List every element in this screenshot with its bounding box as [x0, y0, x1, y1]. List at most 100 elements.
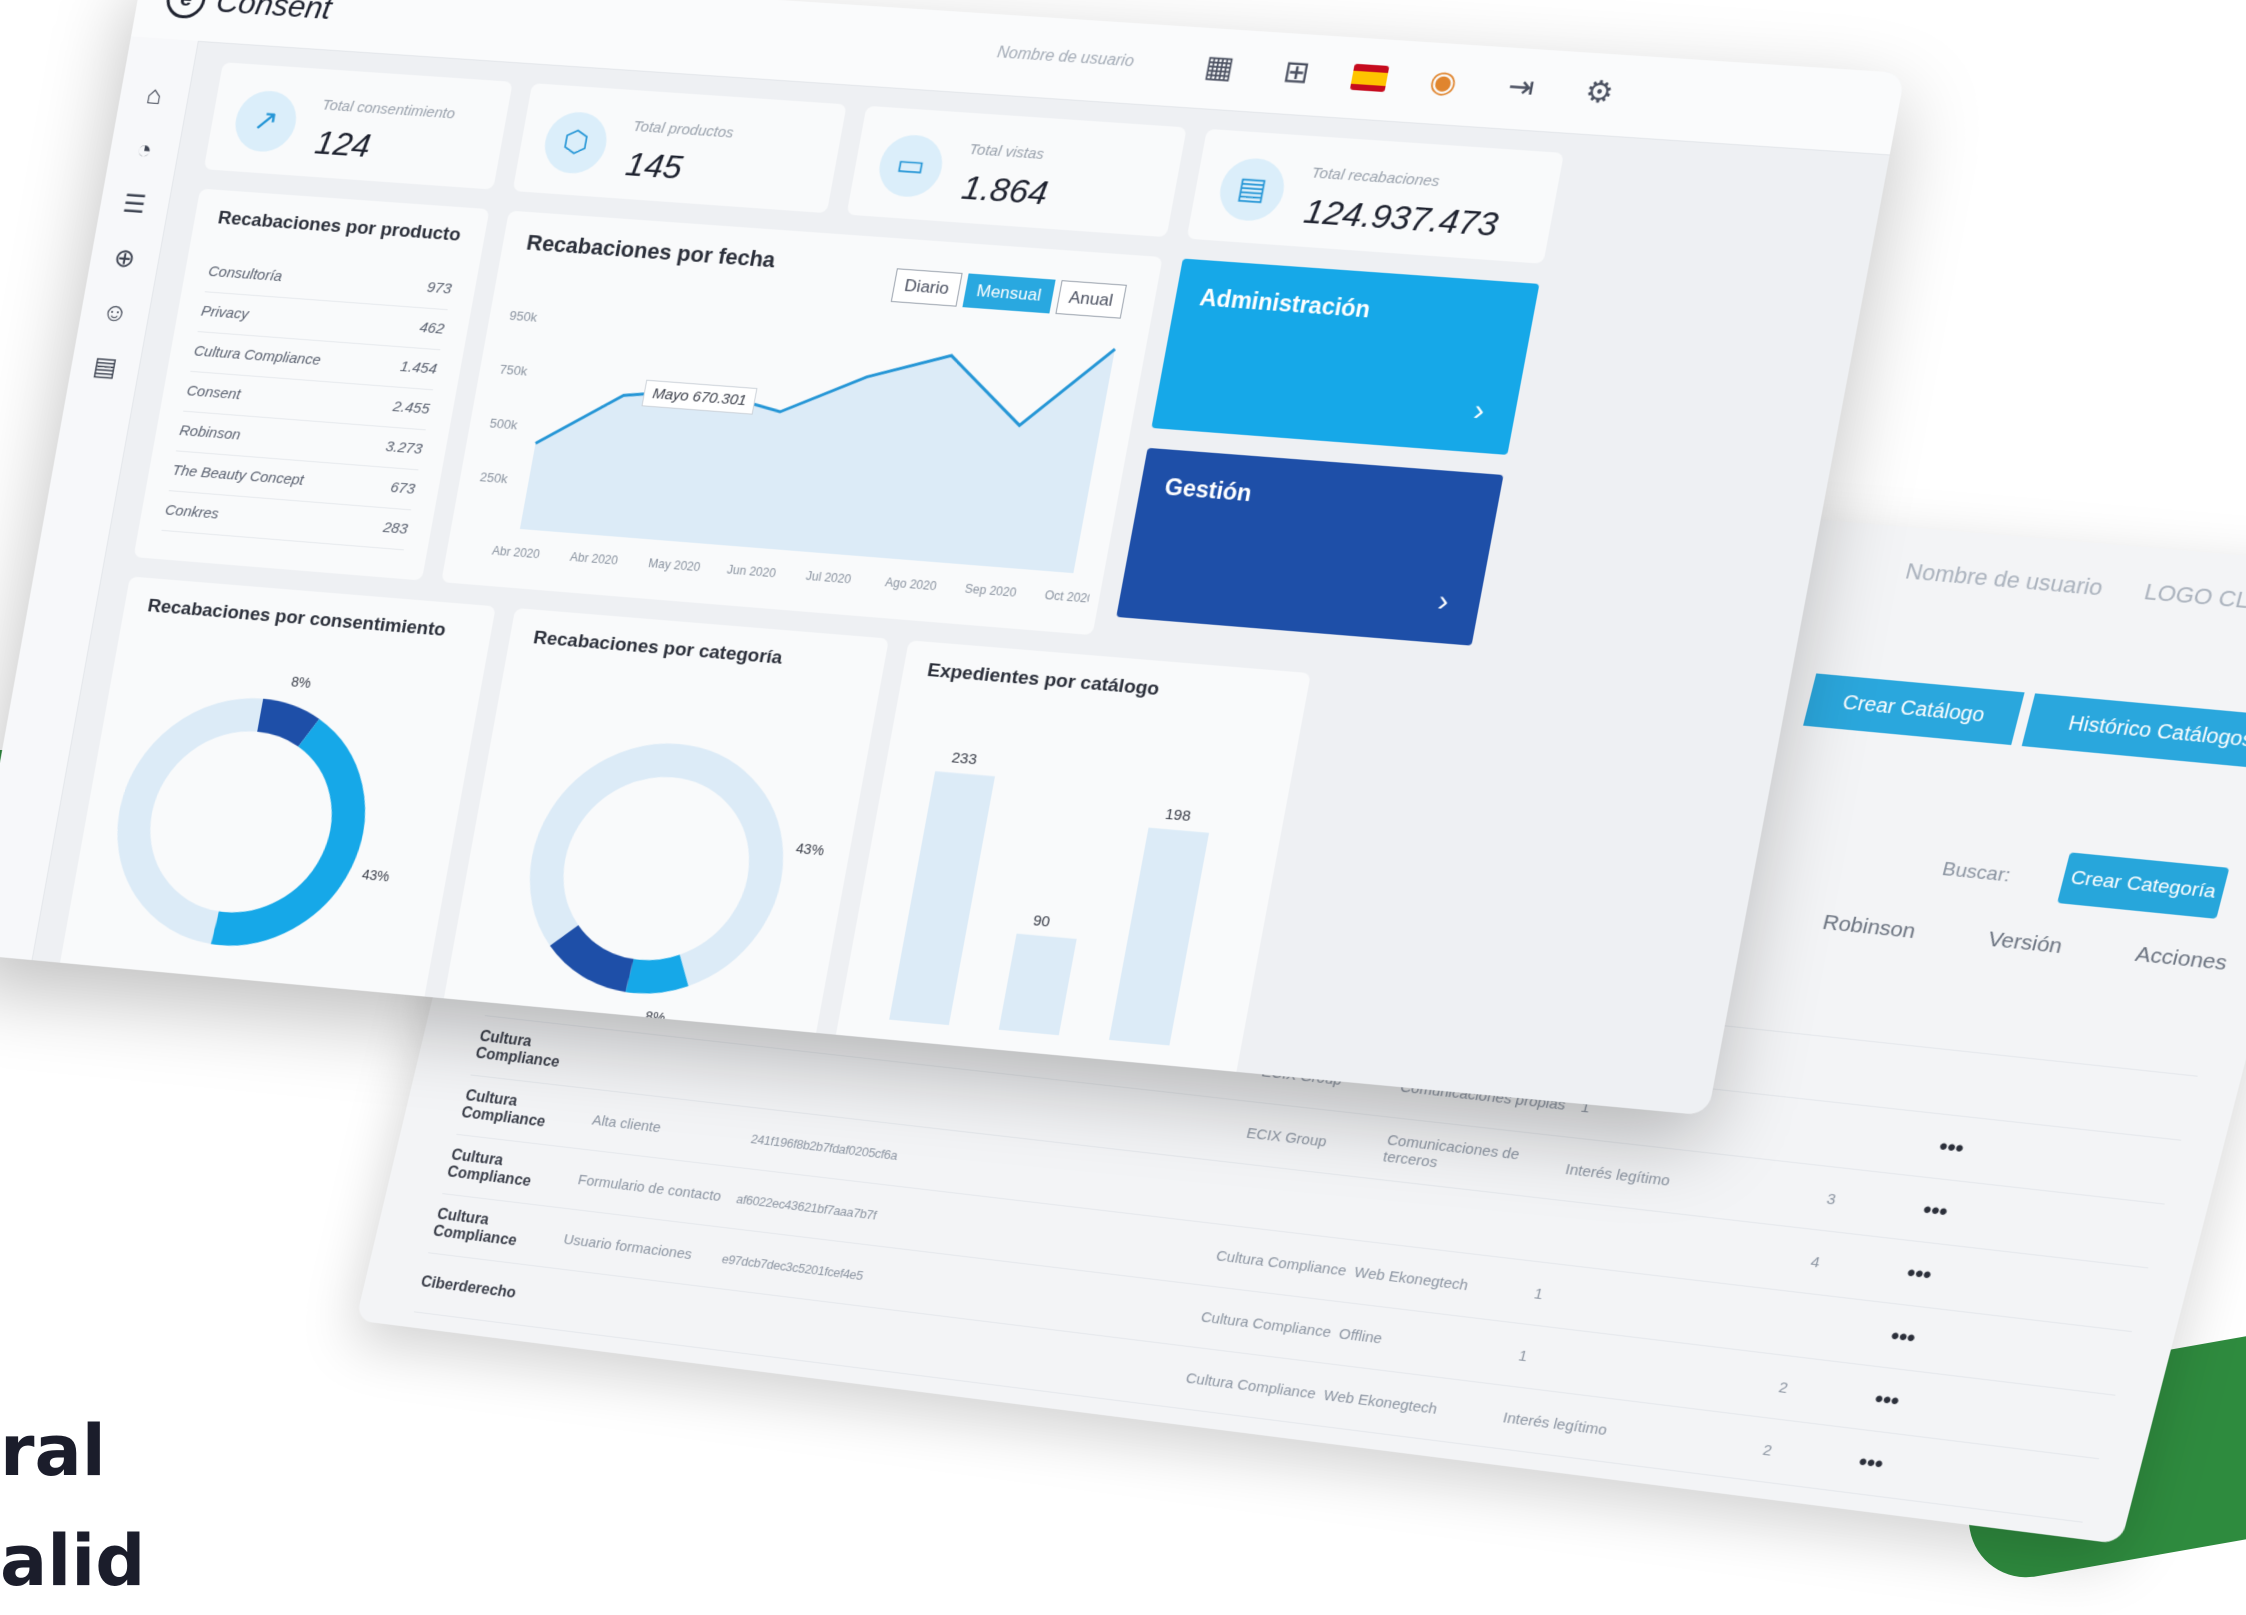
table-cell [1817, 1003, 1942, 1016]
table-cell: Alta cliente [590, 1111, 663, 1136]
x-tick-label: Ago 2020 [884, 575, 938, 593]
donut-slice [258, 715, 311, 733]
products-list: Consultoría 973 Privacy 462 Cultura Complian… [161, 252, 455, 551]
slice-label: 8% [290, 673, 312, 690]
tooltip-value: 670.301 [691, 388, 748, 410]
settings-icon[interactable]: ⚙ [1574, 70, 1625, 115]
donut-slice [629, 965, 684, 980]
tab-create-catalog[interactable]: Crear Catálogo [1803, 673, 2025, 746]
box-icon: ⬡ [539, 110, 612, 176]
back-client-logo: LOGO CLIENTE [2141, 578, 2246, 620]
row-actions-menu[interactable] [1926, 1080, 2010, 1089]
row-actions-menu[interactable]: ••• [1826, 1445, 1916, 1481]
table-cell: Cultura Compliance [473, 1028, 562, 1071]
table-header: Robinson Versión Acciones [1820, 911, 2230, 976]
globe-icon[interactable]: ⊕ [87, 228, 164, 287]
donut-slice [116, 706, 260, 928]
kpi-label: Total productos [631, 117, 735, 142]
table-cell: 3 [1824, 1190, 1838, 1209]
table-cell: Web Ekonegtech [1352, 1263, 1471, 1294]
kpi-label: Total recabaciones [1310, 164, 1442, 191]
grid-icon[interactable]: ⊞ [1271, 51, 1321, 96]
color-wheel-icon[interactable]: ◉ [1418, 60, 1469, 105]
logout-icon[interactable]: ⇥ [1496, 65, 1547, 110]
y-tick-label: 950k [508, 308, 539, 325]
dashboard-screen: e Consent Nombre de usuario ▦ ⊞ ◉ ⇥ ⚙ ⌂ … [0, 0, 1906, 1116]
consent-card: Recabaciones por consentimiento 8% 43% [56, 576, 496, 1017]
flag-spain-icon[interactable] [1349, 63, 1390, 93]
product-value: 462 [418, 319, 446, 338]
product-name: Consultoría [206, 263, 284, 286]
slice-label: 43% [361, 867, 391, 885]
row-actions-menu[interactable] [1942, 1016, 2026, 1025]
y-tick-label: 500k [489, 415, 520, 432]
x-tick-label: Jul 2020 [805, 569, 853, 587]
username[interactable]: Nombre de usuario [996, 44, 1136, 71]
category-card: Recabaciones por categoría 43% 8% [440, 607, 889, 1053]
products-card: Recabaciones por producto Consultoría 973… [133, 188, 490, 581]
toggle-yearly[interactable]: Anual [1054, 280, 1127, 319]
donut-slice [638, 761, 784, 976]
tab-catalog-history[interactable]: Histórico Catálogos [2021, 693, 2246, 771]
product-name: Consent [185, 382, 242, 404]
bar-value-label: 90 [1032, 913, 1052, 930]
kpi-value: 145 [622, 145, 686, 187]
table-cell: Cultura Compliance [1199, 1308, 1334, 1341]
toggle-daily[interactable]: Diario [890, 268, 963, 307]
x-tick-label: Jun 2020 [726, 562, 778, 580]
x-tick-label: Oct 2020 [1044, 588, 1096, 606]
consent-logo-icon: e [163, 0, 209, 20]
back-username: Nombre de usuario [1902, 558, 2106, 601]
row-actions-menu[interactable]: ••• [1874, 1256, 1964, 1292]
document-icon[interactable]: ▤ [67, 337, 143, 396]
table-cell: Cultura Compliance [431, 1206, 519, 1250]
kpi-label: Total consentimiento [320, 96, 457, 123]
y-tick-label: 250k [479, 469, 510, 486]
row-actions-menu[interactable]: ••• [1842, 1382, 1932, 1418]
management-tile[interactable]: Gestión › [1116, 447, 1504, 646]
pie-chart-icon[interactable]: ◔ [106, 120, 183, 179]
catalog-bar-chart: 233 90 198 [889, 751, 1210, 1046]
table-cell [607, 1060, 766, 1078]
topbar-actions: ▦ ⊞ ◉ ⇥ ⚙ [1194, 46, 1625, 116]
row-actions-menu[interactable]: ••• [1890, 1193, 1980, 1229]
table-cell [1370, 1210, 1550, 1231]
chevron-right-icon: › [1435, 584, 1452, 619]
table-cell: Web Ekonegtech [1321, 1386, 1440, 1418]
table-cell [1232, 1194, 1370, 1210]
administration-tile[interactable]: Administración › [1151, 258, 1540, 455]
chevron-right-icon: › [1471, 393, 1488, 428]
app-logo[interactable]: e Consent [163, 0, 335, 28]
product-value: 3.273 [384, 438, 424, 458]
create-category-button[interactable]: Crear Categoría [2057, 852, 2230, 919]
building-icon[interactable]: ▦ [1194, 46, 1244, 91]
catalog-bar [889, 771, 995, 1026]
users-icon[interactable]: ☺ [77, 282, 153, 341]
table-cell: Ciberderecho [419, 1273, 518, 1302]
kpi-total-consent: ↗ Total consentimiento 124 [203, 62, 513, 190]
row-actions-menu[interactable]: ••• [1906, 1130, 1996, 1165]
row-actions-menu[interactable]: ••• [1858, 1319, 1948, 1355]
bar-value-label: 198 [1164, 807, 1192, 825]
toggle-monthly[interactable]: Mensual [962, 273, 1056, 314]
table-cell: Comunicaciones de terceros [1381, 1131, 1522, 1172]
table-cell [1738, 1317, 1862, 1332]
back-topbar: Nombre de usuario LOGO CLIENTE [1903, 558, 2246, 620]
donut-slice [535, 751, 676, 942]
product-name: Privacy [199, 302, 250, 323]
table-cell: 4 [1809, 1253, 1822, 1271]
kpi-total-products: ⬡ Total productos 145 [512, 83, 847, 214]
list-icon[interactable]: ☰ [96, 174, 173, 233]
table-cell: Offline [1337, 1325, 1385, 1347]
home-icon[interactable]: ⌂ [116, 65, 193, 124]
document-icon: ▤ [1214, 156, 1290, 223]
card-title: Recabaciones por consentimiento [146, 595, 448, 641]
trend-icon: ↗ [230, 89, 302, 154]
kpi-total-collections: ▤ Total recabaciones 124.937.473 [1186, 128, 1565, 264]
catalog-card: Expedientes por catálogo 233 90 198 [832, 640, 1311, 1092]
x-tick-label: Abr 2020 [491, 544, 541, 562]
table-cell [1786, 1129, 1910, 1143]
col-version: Versión [1985, 927, 2065, 959]
table-cell: Interés legítimo [1563, 1160, 1672, 1190]
table-cell: Cultura Compliance [445, 1147, 533, 1190]
